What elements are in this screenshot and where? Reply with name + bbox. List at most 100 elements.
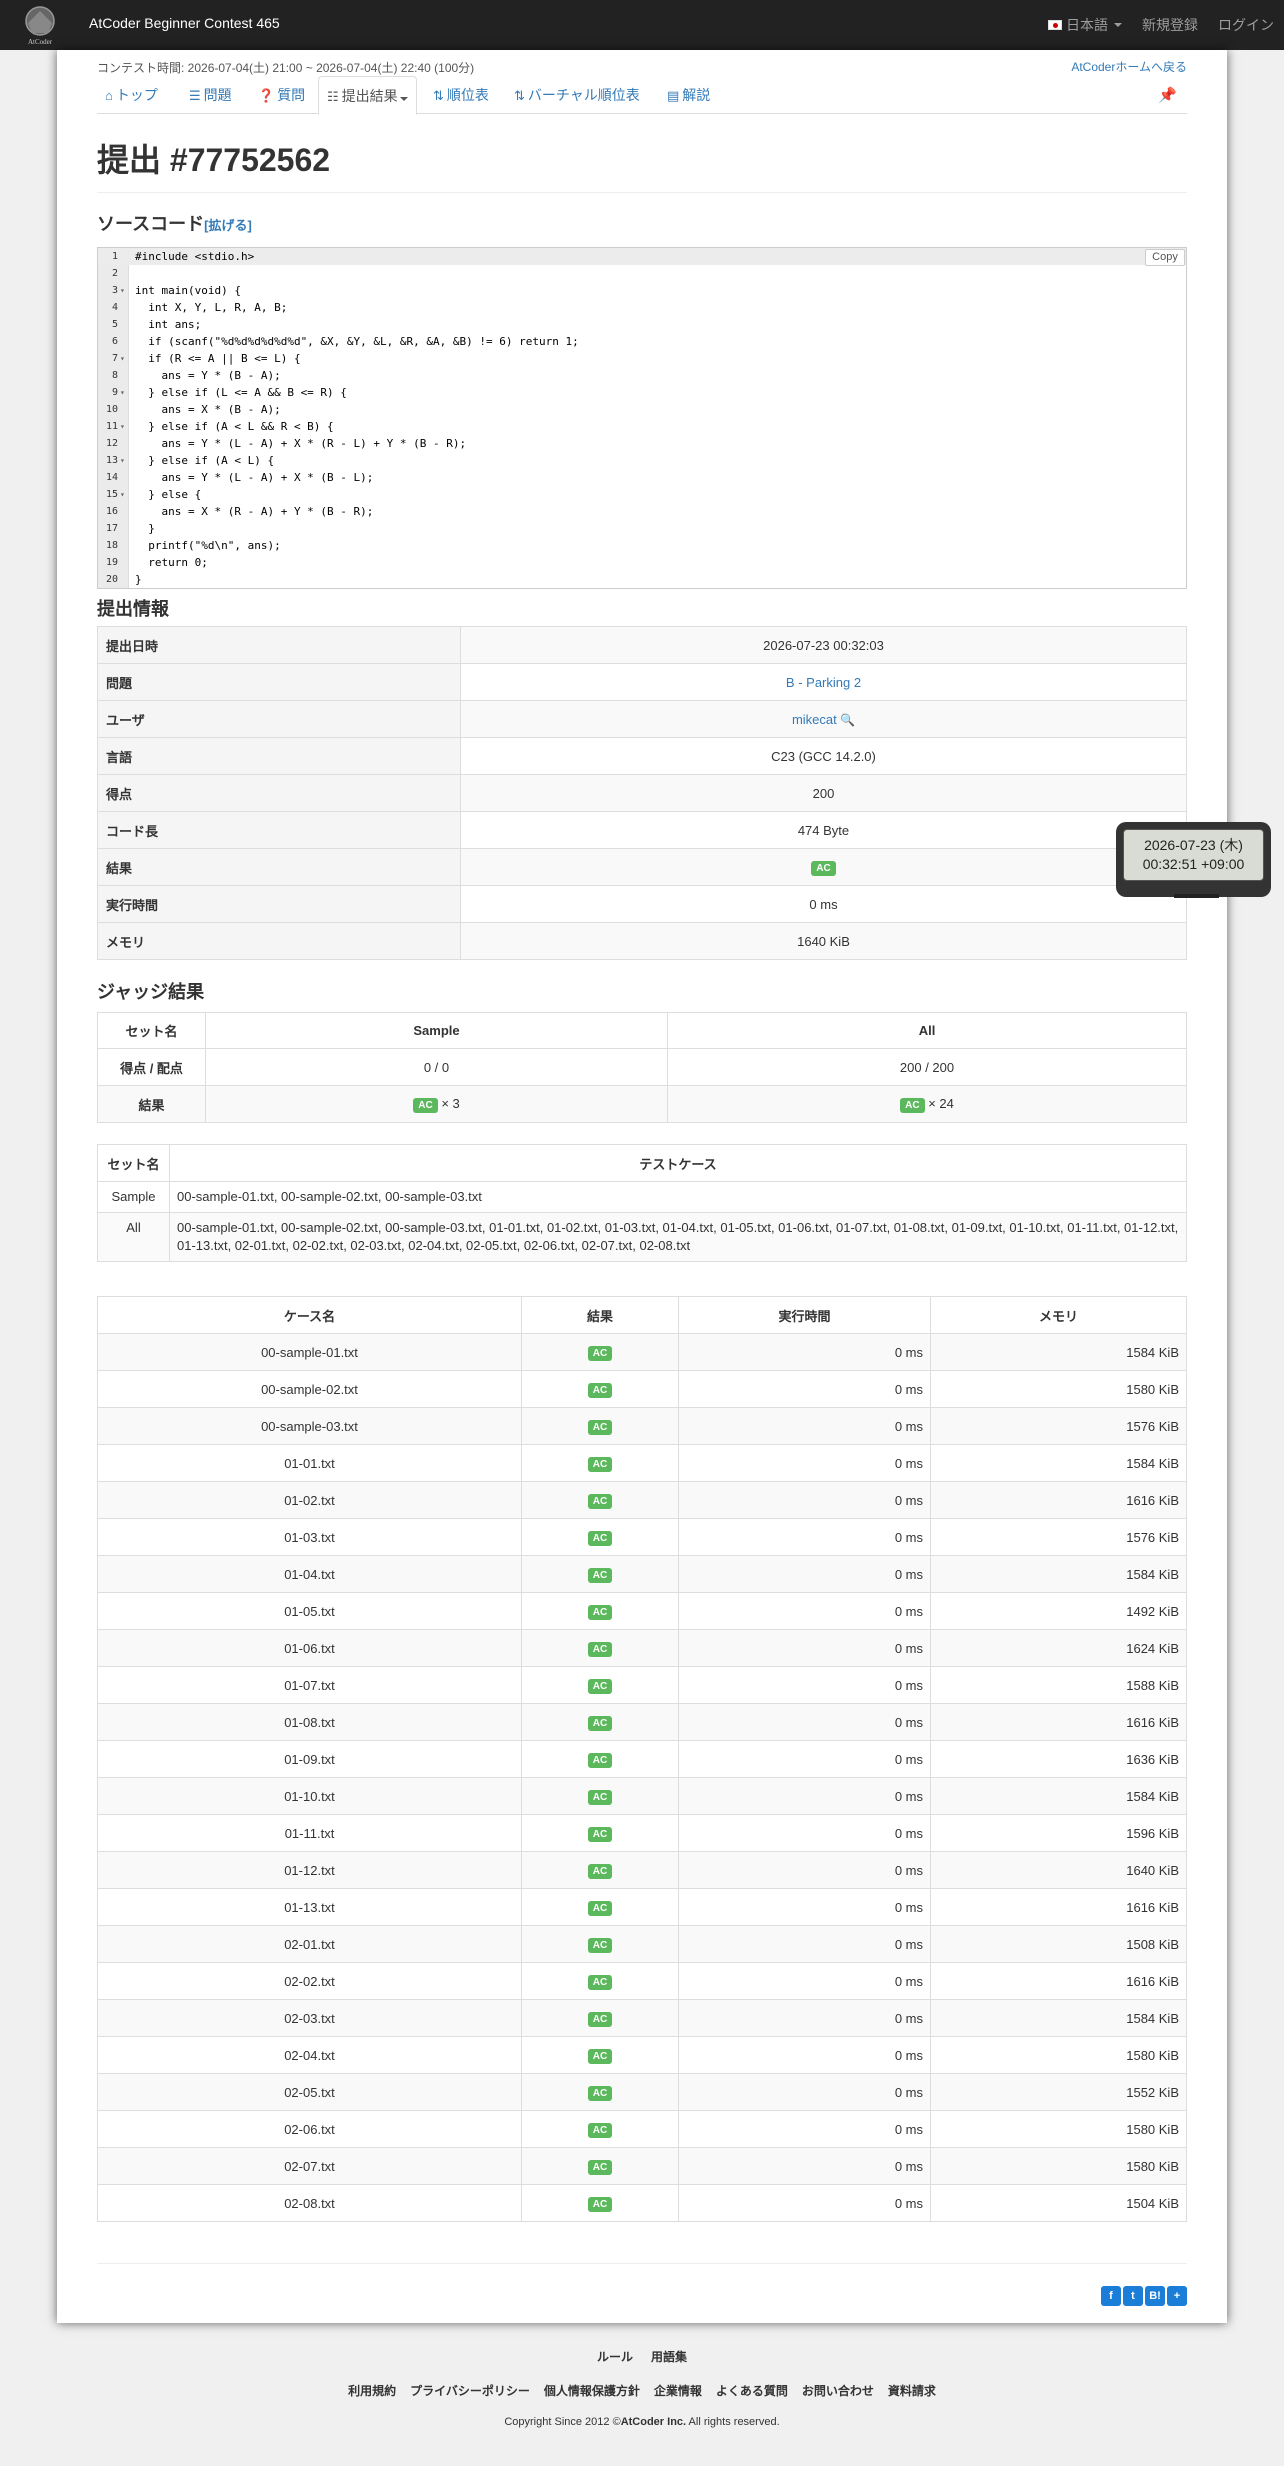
case-result-cell: AC xyxy=(521,1703,679,1741)
table-row: 01-13.txt AC 0 ms 1616 KiB xyxy=(97,1888,1187,1926)
tab-clarifications[interactable]: ❓ 質問 xyxy=(250,76,313,114)
signup-link[interactable]: 新規登録 xyxy=(1142,15,1198,35)
footer-link-company[interactable]: 企業情報 xyxy=(654,2382,702,2399)
case-time: 0 ms xyxy=(678,1962,931,2000)
code-text: ans = X * (R - A) + Y * (B - R); xyxy=(135,505,374,518)
tab-editorial[interactable]: ▤ 解説 xyxy=(659,76,718,114)
case-name: 01-05.txt xyxy=(97,1592,522,1630)
copyright: Copyright Since 2012 ©AtCoder Inc. All r… xyxy=(504,2416,780,2428)
code-line: 20} xyxy=(98,571,1186,588)
code-line: 10 ans = X * (B - A); xyxy=(98,401,1186,418)
atcoder-logo[interactable]: AtCoder xyxy=(14,3,66,47)
case-result-cell: AC xyxy=(521,1740,679,1778)
case-result-cell: AC xyxy=(521,1925,679,1963)
case-result-cell: AC xyxy=(521,1814,679,1852)
case-time: 0 ms xyxy=(678,1814,931,1852)
judge-heading: ジャッジ結果 xyxy=(97,982,205,1002)
tab-virtual-standings[interactable]: ⇅ バーチャル順位表 xyxy=(506,76,648,114)
code-line: 4 int X, Y, L, R, A, B; xyxy=(98,299,1186,316)
search-icon[interactable]: 🔍 xyxy=(837,713,855,727)
case-memory: 1576 KiB xyxy=(930,1518,1187,1556)
fold-arrow-icon[interactable]: ▾ xyxy=(120,384,125,401)
twitter-share-icon[interactable]: t xyxy=(1123,2286,1143,2306)
footer-link-contact[interactable]: お問い合わせ xyxy=(802,2382,874,2399)
case-name: 00-sample-01.txt xyxy=(97,1333,522,1371)
language-dropdown[interactable]: 日本語 xyxy=(1048,15,1122,35)
case-time: 0 ms xyxy=(678,2073,931,2111)
info-value-cell: 474 Byte xyxy=(460,811,1187,849)
code-text: } xyxy=(135,522,155,535)
info-label: メモリ xyxy=(97,922,461,960)
code-text: } else if (L <= A && B <= R) { xyxy=(135,386,347,399)
page-title: 提出 #77752562 xyxy=(97,142,331,178)
fold-arrow-icon[interactable]: ▾ xyxy=(120,282,125,299)
pin-icon[interactable]: 📌 xyxy=(1158,86,1177,104)
fold-arrow-icon[interactable]: ▾ xyxy=(120,350,125,367)
book-icon: ▤ xyxy=(667,88,680,103)
case-result-cell: AC xyxy=(521,1851,679,1889)
footer-link-terms[interactable]: 利用規約 xyxy=(348,2382,396,2399)
ac-badge: AC xyxy=(587,1863,613,1879)
table-row: 01-08.txt AC 0 ms 1616 KiB xyxy=(97,1703,1187,1741)
tab-submissions[interactable]: ☷ 提出結果 xyxy=(318,76,417,115)
footer-link-privacy[interactable]: プライバシーポリシー xyxy=(410,2382,530,2399)
ac-badge: AC xyxy=(587,1604,613,1620)
footer-link-documents[interactable]: 資料請求 xyxy=(888,2382,936,2399)
line-number: 5 xyxy=(111,319,118,330)
case-result-cell: AC xyxy=(521,1481,679,1519)
user-link[interactable]: mikecat xyxy=(792,712,837,727)
info-value-cell: 2026-07-23 00:32:03 xyxy=(460,626,1187,664)
login-link[interactable]: ログイン xyxy=(1218,15,1274,35)
ac-badge: AC xyxy=(587,1974,613,1990)
case-name: 01-03.txt xyxy=(97,1518,522,1556)
info-row: 実行時間 0 ms xyxy=(97,885,1187,923)
source-heading: ソースコード[拡げる] xyxy=(97,214,252,234)
home-link[interactable]: AtCoderホームへ戻る xyxy=(1071,58,1187,75)
expand-link[interactable]: [拡げる] xyxy=(204,218,252,233)
case-result-cell: AC xyxy=(521,1962,679,2000)
tab-top[interactable]: ⌂ トップ xyxy=(97,76,166,114)
code-line: 19 return 0; xyxy=(98,554,1186,571)
copy-button[interactable]: Copy xyxy=(1145,249,1185,266)
table-row: 00-sample-01.txt AC 0 ms 1584 KiB xyxy=(97,1333,1187,1371)
tab-tasks[interactable]: ☰ 問題 xyxy=(181,76,240,114)
footer-link-rules[interactable]: ルール xyxy=(597,2348,633,2365)
case-time: 0 ms xyxy=(678,1851,931,1889)
case-memory: 1640 KiB xyxy=(930,1851,1187,1889)
problem-link[interactable]: B - Parking 2 xyxy=(786,675,861,690)
case-memory: 1624 KiB xyxy=(930,1629,1187,1667)
hatena-bookmark-icon[interactable]: B! xyxy=(1145,2286,1165,2306)
table-row: 02-05.txt AC 0 ms 1552 KiB xyxy=(97,2073,1187,2111)
footer-link-glossary[interactable]: 用語集 xyxy=(651,2348,687,2365)
code-line: 2 xyxy=(98,265,1186,282)
col-case-name-header: ケース名 xyxy=(97,1296,522,1334)
facebook-share-icon[interactable]: f xyxy=(1101,2286,1121,2306)
footer-link-personal-info[interactable]: 個人情報保護方針 xyxy=(544,2382,640,2399)
contest-name-link[interactable]: AtCoder Beginner Contest 465 xyxy=(89,15,280,31)
ac-badge: AC xyxy=(587,1789,613,1805)
info-row: メモリ 1640 KiB xyxy=(97,922,1187,960)
code-text: ans = Y * (B - A); xyxy=(135,369,281,382)
info-label: 問題 xyxy=(97,663,461,701)
ac-badge: AC xyxy=(587,1345,613,1361)
line-number: 19 xyxy=(105,557,118,568)
tab-standings[interactable]: ⇅ 順位表 xyxy=(425,76,497,114)
fold-arrow-icon[interactable]: ▾ xyxy=(120,486,125,503)
result-sample: AC × 3 xyxy=(205,1085,668,1123)
code-editor[interactable]: 1 #include <stdio.h> 2 3 ▾ int main(void) {4 … xyxy=(97,247,1187,589)
case-result-cell: AC xyxy=(521,1370,679,1408)
line-number: 7 xyxy=(111,353,118,364)
table-row: 02-02.txt AC 0 ms 1616 KiB xyxy=(97,1962,1187,2000)
case-memory: 1584 KiB xyxy=(930,1555,1187,1593)
case-time: 0 ms xyxy=(678,2147,931,2185)
fold-arrow-icon[interactable]: ▾ xyxy=(120,452,125,469)
footer-link-faq[interactable]: よくある質問 xyxy=(716,2382,788,2399)
more-share-icon[interactable]: + xyxy=(1167,2286,1187,2306)
main-container: コンテスト時間: 2026-07-04(土) 21:00 ~ 2026-07-0… xyxy=(57,50,1227,2323)
case-memory: 1616 KiB xyxy=(930,1703,1187,1741)
info-value-cell: 0 ms xyxy=(460,885,1187,923)
case-time: 0 ms xyxy=(678,2036,931,2074)
line-number: 20 xyxy=(105,574,118,585)
fold-arrow-icon[interactable]: ▾ xyxy=(120,418,125,435)
result-label: 結果 xyxy=(97,1085,206,1123)
